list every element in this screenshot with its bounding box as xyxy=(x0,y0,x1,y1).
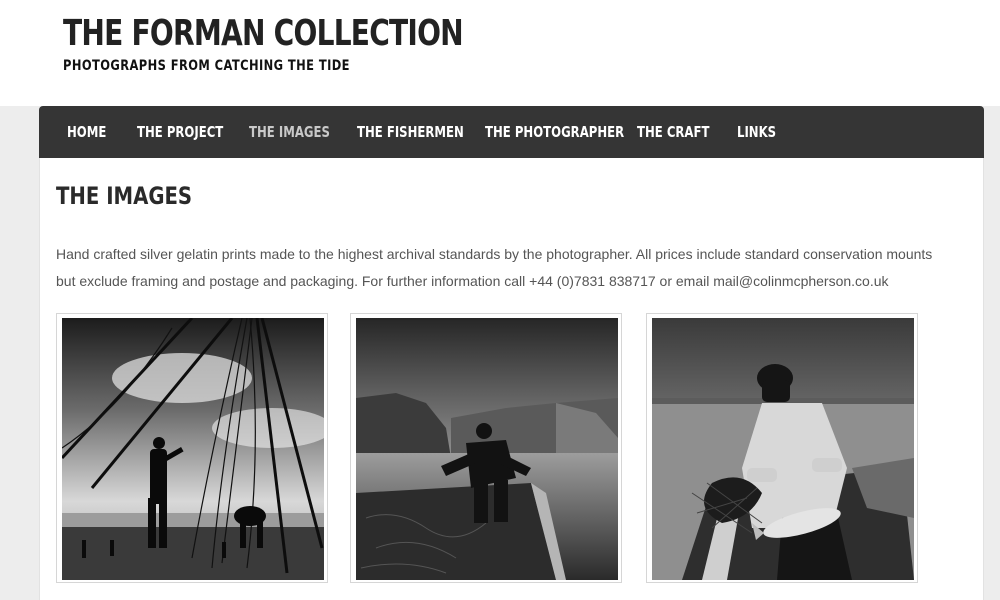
nav-item-the-fishermen[interactable]: THE FISHERMEN xyxy=(357,106,464,158)
site-header: THE FORMAN COLLECTION PHOTOGRAPHS FROM C… xyxy=(0,0,1000,106)
nav-item-home[interactable]: HOME xyxy=(67,106,106,158)
intro-line-2: but exclude framing and postage and pack… xyxy=(56,273,889,289)
photo-fisherman-salmon[interactable] xyxy=(652,318,914,580)
nav-item-the-images[interactable]: THE IMAGES xyxy=(249,106,330,158)
site-title[interactable]: THE FORMAN COLLECTION xyxy=(63,12,464,56)
gallery-item-3[interactable] xyxy=(646,313,918,583)
main-nav: HOME THE PROJECT THE IMAGES THE FISHERME… xyxy=(39,106,984,158)
photo-cliffs-boat[interactable] xyxy=(356,318,618,580)
gallery-item-1[interactable] xyxy=(56,313,328,583)
nav-item-the-photographer[interactable]: THE PHOTOGRAPHER xyxy=(485,106,624,158)
nav-item-links[interactable]: LINKS xyxy=(737,106,776,158)
intro-text: Hand crafted silver gelatin prints made … xyxy=(56,241,956,295)
nav-item-the-craft[interactable]: THE CRAFT xyxy=(637,106,709,158)
gallery-item-2[interactable] xyxy=(350,313,622,583)
page-title: THE IMAGES xyxy=(56,182,193,210)
site-subtitle: PHOTOGRAPHS FROM CATCHING THE TIDE xyxy=(63,58,350,74)
nav-item-the-project[interactable]: THE PROJECT xyxy=(137,106,223,158)
intro-line-1: Hand crafted silver gelatin prints made … xyxy=(56,246,933,262)
photo-nets-poles[interactable] xyxy=(62,318,324,580)
